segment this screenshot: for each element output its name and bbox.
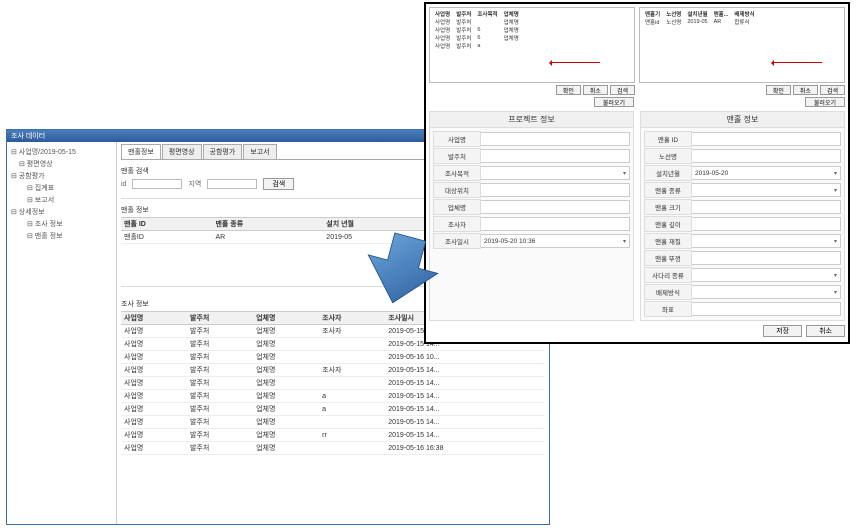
- tab-3[interactable]: 보고서: [243, 144, 276, 159]
- field-input[interactable]: [692, 251, 841, 265]
- list-item[interactable]: 사업명발주처a: [432, 42, 522, 50]
- sidebar-item[interactable]: ⊟ 집계표: [9, 182, 114, 194]
- list-btn[interactable]: 검색: [820, 85, 845, 95]
- footer-btn[interactable]: 취소: [806, 325, 845, 337]
- list-btn[interactable]: 확인: [766, 85, 791, 95]
- form-field: 대상위치: [433, 182, 630, 198]
- list-item[interactable]: 사업명발주처업체명: [432, 18, 522, 26]
- big-arrow-icon: [362, 228, 442, 308]
- field-input[interactable]: [692, 217, 841, 231]
- list-item[interactable]: 사업명발주처6업체명: [432, 26, 522, 34]
- red-arrow-left: [550, 62, 600, 63]
- sidebar-item[interactable]: ⊟ 공함평가: [9, 170, 114, 182]
- unfold-right-button[interactable]: 불러오기: [805, 97, 845, 107]
- tab-2[interactable]: 공함평가: [203, 144, 243, 159]
- window-title: 조사 데이터: [11, 131, 45, 141]
- search-region-label: 지역: [188, 179, 201, 189]
- tab-0[interactable]: 맨홀정보: [121, 144, 161, 159]
- table-row[interactable]: 사업명발주처업체명rr2019-05-15 14...: [121, 429, 545, 442]
- field-input[interactable]: 2019-05-20: [692, 166, 841, 180]
- project-form: 프로젝트 정보 사업명발주처조사목적대상위치업체명조사자조사일시2019-05-…: [429, 111, 634, 321]
- panel-top-lists: 사업명발주처조사목적업체명사업명발주처업체명사업명발주처6업체명사업명발주처6업…: [429, 7, 845, 95]
- project-listbox[interactable]: 사업명발주처조사목적업체명사업명발주처업체명사업명발주처6업체명사업명발주처6업…: [429, 7, 635, 83]
- search-region-input[interactable]: [207, 179, 257, 189]
- search-id-label: id: [121, 181, 126, 188]
- form-field: 사다리 종류: [644, 267, 841, 283]
- field-input[interactable]: [481, 183, 630, 197]
- table-row[interactable]: 사업명발주처업체명조사자2019-05-15 14...: [121, 364, 545, 377]
- form-field: 맨홀 깊이: [644, 216, 841, 232]
- manhole-form: 맨홀 정보 맨홀 ID노선명설치년월2019-05-20맨홀 종류맨홀 크기맨홀…: [640, 111, 845, 321]
- sidebar-item[interactable]: ⊟ 평면영상: [9, 158, 114, 170]
- search-id-input[interactable]: [132, 179, 182, 189]
- field-input[interactable]: [692, 302, 841, 316]
- field-input[interactable]: [692, 268, 841, 282]
- sidebar-item[interactable]: ⊟ 조사 정보: [9, 218, 114, 230]
- detail-panel: 사업명발주처조사목적업체명사업명발주처업체명사업명발주처6업체명사업명발주처6업…: [424, 2, 850, 344]
- form-field: 맨홀 뚜껑: [644, 250, 841, 266]
- search-button[interactable]: 검색: [263, 178, 294, 190]
- unfold-left-button[interactable]: 불러오기: [594, 97, 634, 107]
- field-input[interactable]: [481, 132, 630, 146]
- field-input[interactable]: 2019-05-20 10:36: [481, 234, 630, 248]
- form-field: 맨홀 크기: [644, 199, 841, 215]
- form-field: 맨홀 ID: [644, 131, 841, 147]
- tab-1[interactable]: 평면영상: [162, 144, 202, 159]
- field-input[interactable]: [481, 166, 630, 180]
- form-field: 맨홀 종류: [644, 182, 841, 198]
- form-field: 조사일시2019-05-20 10:36: [433, 233, 630, 249]
- form-field: 조사목적: [433, 165, 630, 181]
- list-btn[interactable]: 취소: [793, 85, 818, 95]
- footer-btn[interactable]: 저장: [763, 325, 802, 337]
- form-field: 업체명: [433, 199, 630, 215]
- list-item[interactable]: 맨홀id노선명2019-05AR합류식: [642, 18, 758, 26]
- form-field: 발주처: [433, 148, 630, 164]
- table-row[interactable]: 사업명발주처업체명2019-05-15 14...: [121, 377, 545, 390]
- field-input[interactable]: [692, 149, 841, 163]
- table-row[interactable]: 사업명발주처업체명a2019-05-15 14...: [121, 390, 545, 403]
- field-input[interactable]: [692, 183, 841, 197]
- red-arrow-right: [772, 62, 822, 63]
- sidebar-item[interactable]: ⊟ 사업명/2019-05-15: [9, 146, 114, 158]
- form-field: 사업명: [433, 131, 630, 147]
- field-input[interactable]: [692, 200, 841, 214]
- form-field: 배제방식: [644, 284, 841, 300]
- sidebar-item[interactable]: ⊟ 상세정보: [9, 206, 114, 218]
- form-field: 설치년월2019-05-20: [644, 165, 841, 181]
- field-input[interactable]: [692, 234, 841, 248]
- sidebar: ⊟ 사업명/2019-05-15⊟ 평면영상⊟ 공함평가⊟ 집계표⊟ 보고서⊟ …: [7, 142, 117, 524]
- form-field: 맨홀 재질: [644, 233, 841, 249]
- list-item[interactable]: 사업명발주처6업체명: [432, 34, 522, 42]
- sidebar-item[interactable]: ⊟ 보고서: [9, 194, 114, 206]
- field-input[interactable]: [481, 149, 630, 163]
- list-btn[interactable]: 검색: [610, 85, 635, 95]
- field-input[interactable]: [692, 285, 841, 299]
- project-form-title: 프로젝트 정보: [430, 112, 633, 128]
- table-row[interactable]: 사업명발주처업체명2019-05-16 16:38: [121, 442, 545, 455]
- manhole-form-title: 맨홀 정보: [641, 112, 844, 128]
- list-btn[interactable]: 취소: [583, 85, 608, 95]
- sidebar-item[interactable]: ⊟ 맨홀 정보: [9, 230, 114, 242]
- field-input[interactable]: [692, 132, 841, 146]
- table-row[interactable]: 사업명발주처업체명2019-05-16 10...: [121, 351, 545, 364]
- form-field: 좌표: [644, 301, 841, 317]
- table-row[interactable]: 사업명발주처업체명a2019-05-15 14...: [121, 403, 545, 416]
- manhole-listbox[interactable]: 맨홀기노선명설치년월맨홀...배제방식맨홀id노선명2019-05AR합류식: [639, 7, 845, 83]
- form-field: 조사자: [433, 216, 630, 232]
- table-row[interactable]: 사업명발주처업체명2019-05-15 14...: [121, 416, 545, 429]
- field-input[interactable]: [481, 217, 630, 231]
- form-field: 노선명: [644, 148, 841, 164]
- list-btn[interactable]: 확인: [556, 85, 581, 95]
- field-input[interactable]: [481, 200, 630, 214]
